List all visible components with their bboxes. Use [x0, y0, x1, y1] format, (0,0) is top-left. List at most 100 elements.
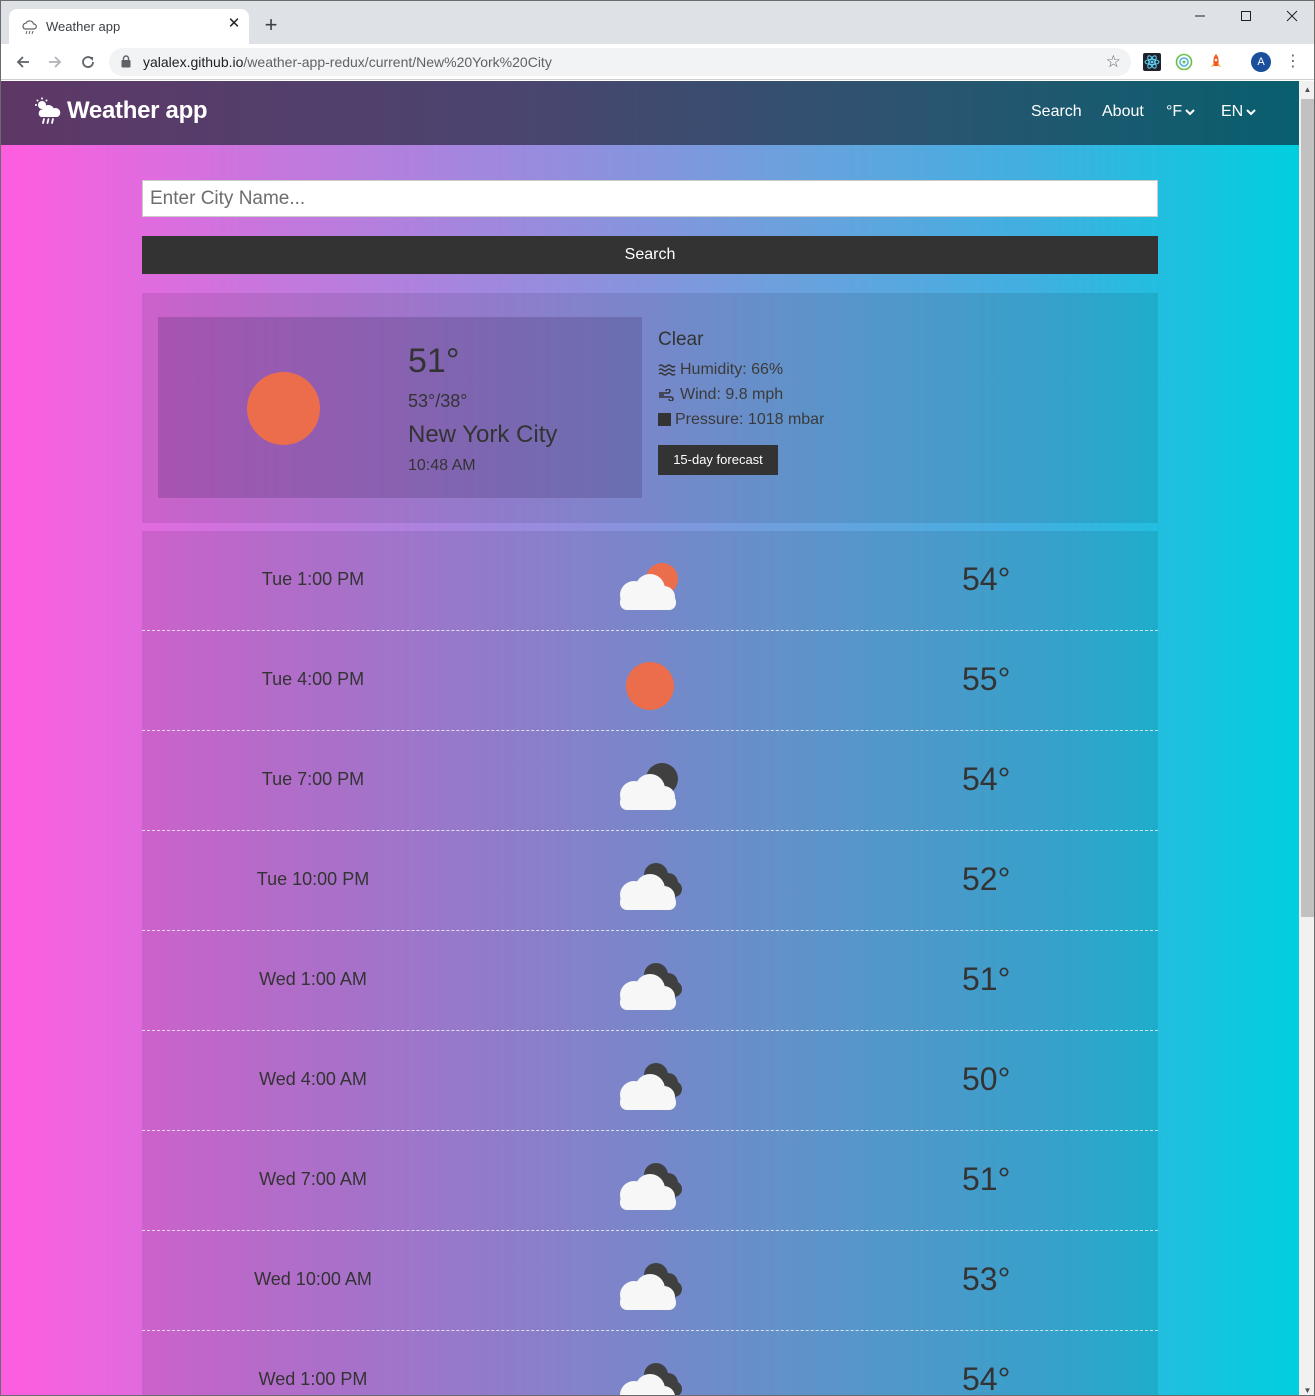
partly-cloudy-night-icon [620, 763, 678, 810]
hourly-forecast-row: Wed 7:00 AM 51° [142, 1131, 1158, 1231]
chevron-down-icon [1185, 109, 1195, 116]
current-summary: 51° 53°/38° New York City 10:48 AM [158, 317, 642, 498]
tab-title: Weather app [46, 19, 121, 34]
nav-search-link[interactable]: Search [1031, 103, 1082, 121]
chevron-down-icon [1246, 109, 1256, 116]
hour-temperature: 51° [962, 1161, 1011, 1197]
current-temperature: 51° [408, 342, 460, 380]
hourly-forecast-row: Wed 1:00 PM 54° [142, 1331, 1158, 1396]
city-search-input[interactable] [142, 180, 1158, 217]
arrow-left-icon [16, 56, 29, 68]
wind-value: Wind: 9.8 mph [680, 385, 784, 403]
hourly-forecast-row: Wed 10:00 AM 53° [142, 1231, 1158, 1331]
hour-temperature: 52° [962, 861, 1011, 897]
local-time: 10:48 AM [408, 457, 476, 474]
profile-avatar[interactable]: A [1251, 52, 1271, 72]
hour-time: Wed 10:00 AM [254, 1269, 372, 1289]
scroll-down-arrow-icon[interactable]: ▼ [1299, 1386, 1314, 1395]
scroll-thumb[interactable] [1301, 99, 1314, 917]
hour-temperature: 54° [962, 761, 1011, 797]
close-tab-icon[interactable]: ✕ [225, 15, 243, 33]
forward-button[interactable] [43, 50, 67, 74]
hour-time: Wed 4:00 AM [259, 1069, 367, 1089]
cloudy-icon [620, 863, 682, 910]
partly-cloudy-day-icon [620, 563, 678, 610]
cloudy-icon [620, 1263, 682, 1310]
cloudy-icon [620, 1063, 682, 1110]
bookmark-star-icon[interactable]: ☆ [1106, 52, 1121, 72]
reload-icon [82, 56, 94, 68]
hour-temperature: 54° [962, 1361, 1011, 1396]
hourly-forecast-row: Tue 4:00 PM 55° [142, 631, 1158, 731]
sun-icon [626, 662, 674, 710]
cloudy-icon [620, 1163, 682, 1210]
scroll-up-arrow-icon[interactable]: ▲ [1299, 85, 1314, 94]
cloud-rain-icon [22, 20, 37, 35]
address-bar[interactable]: yalalex.github.io/weather-app-redux/curr… [109, 48, 1131, 76]
pressure-value: Pressure: 1018 mbar [675, 410, 825, 428]
wind-icon [659, 388, 674, 401]
humidity-row: Humidity: 66% [658, 357, 824, 382]
arrow-right-icon [49, 56, 62, 68]
hour-time: Tue 4:00 PM [261, 669, 365, 689]
browser-window: Weather app ✕ + yalalex.github.io/weathe… [0, 0, 1315, 1396]
hour-time: Tue 7:00 PM [261, 769, 365, 789]
hour-temperature: 54° [962, 561, 1011, 597]
hour-time: Wed 1:00 AM [259, 969, 367, 989]
browser-menu-icon[interactable]: ⋮ [1285, 52, 1301, 72]
humidity-value: Humidity: 66% [680, 360, 784, 378]
language-dropdown[interactable]: EN [1221, 103, 1256, 121]
target-extension-icon[interactable] [1175, 53, 1193, 71]
pressure-row: Pressure: 1018 mbar [658, 407, 824, 432]
current-details: Clear Humidity: 66% Wind: 9.8 mph Pressu… [658, 329, 824, 432]
high-low-temperature: 53°/38° [408, 391, 468, 411]
cloudy-icon [620, 1363, 682, 1395]
hour-temperature: 50° [962, 1061, 1011, 1097]
url-path: /weather-app-redux/current/New%20York%20… [243, 54, 552, 70]
page-scrollbar[interactable]: ▲ ▼ [1299, 81, 1314, 1395]
url-host: yalalex.github.io [143, 54, 244, 70]
hourly-forecast-row: Tue 7:00 PM 54° [142, 731, 1158, 831]
hour-temperature: 51° [962, 961, 1011, 997]
close-window-button[interactable] [1269, 1, 1314, 31]
hour-time: Wed 1:00 PM [258, 1369, 368, 1389]
current-weather-card: 51° 53°/38° New York City 10:48 AM Clear… [142, 293, 1158, 523]
search-button[interactable]: Search [142, 236, 1158, 274]
new-tab-button[interactable]: + [259, 14, 283, 38]
cloudy-icon [620, 963, 682, 1010]
brand-title: Weather app [67, 97, 208, 124]
cloud-sun-rain-icon [35, 97, 61, 124]
nav-about-link[interactable]: About [1102, 103, 1144, 121]
reload-button[interactable] [76, 50, 100, 74]
humidity-wave-icon [658, 363, 676, 376]
hourly-forecast-row: Tue 1:00 PM 54° [142, 531, 1158, 631]
maximize-button[interactable] [1223, 1, 1269, 31]
page-viewport: Weather app Search About °F EN Search 51… [1, 81, 1299, 1396]
lock-icon [121, 55, 131, 68]
react-devtools-extension-icon[interactable] [1143, 53, 1161, 71]
weather-description: Clear [658, 329, 704, 350]
wind-row: Wind: 9.8 mph [658, 382, 824, 407]
back-button[interactable] [11, 50, 35, 74]
language-label: EN [1221, 103, 1244, 120]
brand-link[interactable]: Weather app [33, 97, 208, 125]
city-name: New York City [408, 421, 558, 448]
maximize-icon [1241, 11, 1251, 21]
rocket-extension-icon[interactable] [1207, 53, 1225, 71]
sun-icon [247, 372, 320, 445]
hourly-forecast-row: Tue 10:00 PM 52° [142, 831, 1158, 931]
forecast-15-day-button[interactable]: 15-day forecast [658, 445, 778, 475]
hour-time: Wed 7:00 AM [259, 1169, 367, 1189]
tab-strip: Weather app ✕ + [1, 1, 1314, 44]
browser-tab[interactable]: Weather app ✕ [9, 9, 249, 44]
browser-toolbar: yalalex.github.io/weather-app-redux/curr… [1, 44, 1314, 80]
close-icon [1286, 10, 1298, 22]
minimize-icon [1195, 15, 1205, 17]
hour-temperature: 53° [962, 1261, 1011, 1297]
hourly-forecast-list: Tue 1:00 PM 54° Tue 4:00 PM 55° Tue 7:00 PM 5… [142, 531, 1158, 1396]
hourly-forecast-row: Wed 4:00 AM 50° [142, 1031, 1158, 1131]
minimize-button[interactable] [1177, 1, 1223, 31]
units-dropdown[interactable]: °F [1166, 103, 1195, 121]
hour-time: Tue 10:00 PM [256, 869, 370, 889]
hour-temperature: 55° [962, 661, 1011, 697]
